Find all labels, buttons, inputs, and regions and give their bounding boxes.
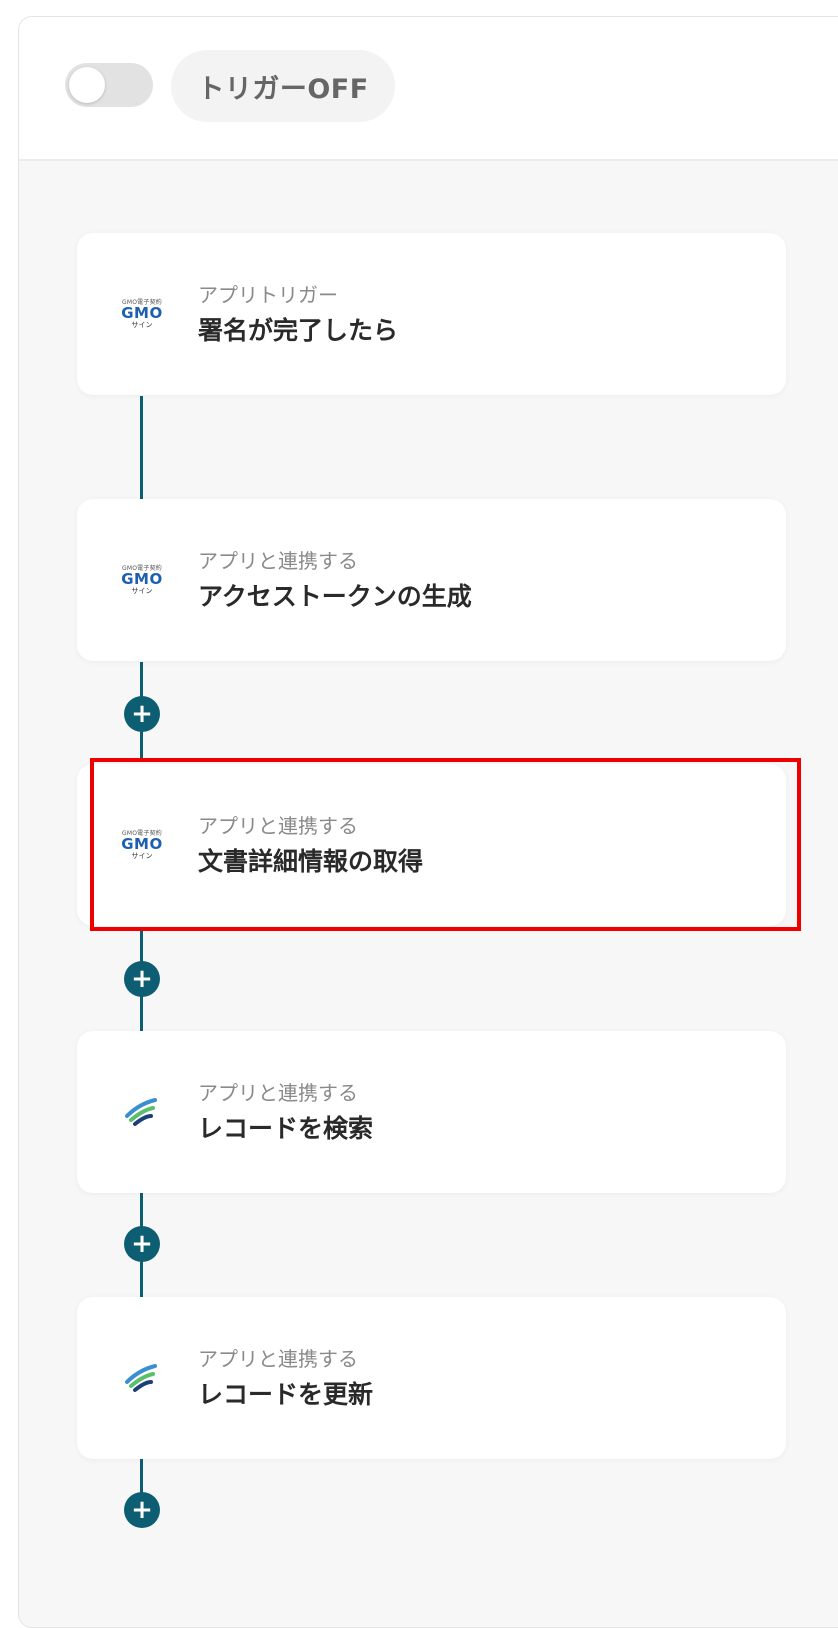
swirl-logo-icon xyxy=(117,1358,167,1398)
swirl-logo-icon xyxy=(117,1092,167,1132)
gmo-sign-logo-icon: GMO電子契約 GMO サイン xyxy=(121,299,163,329)
connector-line xyxy=(140,396,143,500)
flow-step-card[interactable]: アプリと連携する レコードを更新 xyxy=(77,1297,786,1459)
flow-step-card[interactable]: GMO電子契約 GMO サイン アプリと連携する アクセストークンの生成 xyxy=(77,499,786,661)
step-title: アクセストークンの生成 xyxy=(198,582,472,611)
add-step-button[interactable]: + xyxy=(124,1226,160,1262)
step-type-label: アプリと連携する xyxy=(198,549,358,573)
step-type-label: アプリトリガー xyxy=(198,283,338,307)
step-title: 署名が完了したら xyxy=(198,316,399,345)
add-step-button[interactable]: + xyxy=(124,696,160,732)
step-title: レコードを更新 xyxy=(198,1380,374,1409)
gmo-sign-logo-icon: GMO電子契約 GMO サイン xyxy=(121,565,163,595)
flow-header: トリガーOFF xyxy=(19,17,838,161)
add-step-button[interactable]: + xyxy=(124,1492,160,1528)
flow-step-card[interactable]: アプリと連携する レコードを検索 xyxy=(77,1031,786,1193)
toggle-knob xyxy=(69,67,105,103)
step-type-label: アプリと連携する xyxy=(198,1081,358,1105)
highlight-box xyxy=(90,758,801,931)
add-step-button[interactable]: + xyxy=(124,961,160,997)
trigger-toggle[interactable] xyxy=(65,63,153,107)
step-type-label: アプリと連携する xyxy=(198,1347,358,1371)
step-title: レコードを検索 xyxy=(198,1114,374,1143)
flow-step-card[interactable]: GMO電子契約 GMO サイン アプリトリガー 署名が完了したら xyxy=(77,233,786,395)
trigger-status-label: トリガーOFF xyxy=(171,50,395,122)
